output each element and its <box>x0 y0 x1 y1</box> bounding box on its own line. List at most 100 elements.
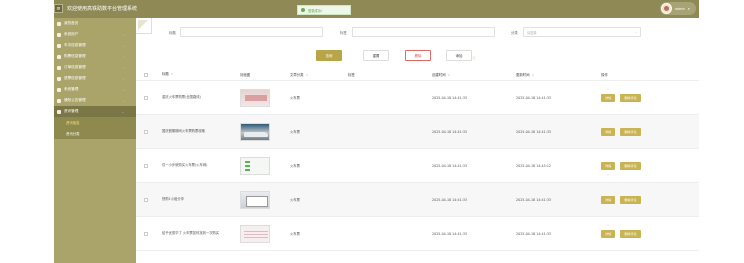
row-description <box>340 81 420 114</box>
sidebar-item-label: 订单信息管理 <box>64 65 86 69</box>
gear-icon <box>57 87 61 92</box>
row-ops: 详情 删除评论 <box>591 149 691 182</box>
page-corner-decoration <box>136 18 152 34</box>
check-circle-icon <box>301 8 305 12</box>
grid-icon <box>57 98 61 103</box>
category-filter-label: 分类 <box>511 31 518 35</box>
detail-button[interactable]: 详情 <box>601 229 616 238</box>
row-description <box>340 217 420 250</box>
detail-button[interactable]: 详情 <box>601 161 616 170</box>
row-thumbnail <box>240 115 286 148</box>
delete-comment-button[interactable]: 删除评论 <box>620 229 641 238</box>
sidebar-item-orders[interactable]: 订单信息管理 › <box>54 62 136 73</box>
row-category: 火车票 <box>290 164 300 168</box>
sidebar-item-label: 退票信息管理 <box>64 76 86 80</box>
row-created: 2025-04-18 14:41:33 <box>432 129 468 134</box>
col-category[interactable]: 文章分类 ⇕ <box>286 69 340 80</box>
row-title[interactable]: 快购1小组分享 <box>156 183 240 216</box>
delete-comment-button[interactable]: 删除评论 <box>620 161 641 170</box>
success-toast: 登录成功! <box>297 5 351 15</box>
chevron-down-icon: ⌄ <box>634 30 637 34</box>
col-updated[interactable]: 更新时间 ⇕ <box>506 69 591 80</box>
col-updated-label: 更新时间 <box>516 73 530 77</box>
col-title-label: 标题 <box>162 72 169 76</box>
tag-filter-label: 标签 <box>340 31 347 35</box>
col-ops: 操作 <box>601 73 608 77</box>
detail-button[interactable]: 详情 <box>601 93 616 102</box>
sidebar-item-label: 购票信息管理 <box>64 54 86 58</box>
row-title[interactable]: 国庆假期期间火车票购票攻略 <box>156 115 240 148</box>
menu-toggle-icon[interactable]: ≡ <box>54 4 63 13</box>
delete-button[interactable]: 删除 <box>405 50 431 61</box>
sidebar-item-label: 系统管理 <box>64 87 79 91</box>
col-title[interactable]: 标题 ⇕ <box>156 69 240 80</box>
category-select[interactable]: 请选择 ⌄ <box>523 27 641 37</box>
detail-button[interactable]: 详情 <box>601 195 616 204</box>
row-checkbox[interactable] <box>136 149 156 182</box>
sidebar-item-users[interactable]: 系统用户 › <box>54 29 136 40</box>
table-row: 重庆火车票购票(全国路线) 火车票 2025-04-18 14:41:33 20… <box>136 81 699 115</box>
row-thumbnail <box>240 217 286 250</box>
detail-button[interactable]: 详情 <box>601 127 616 136</box>
user-name: admin <box>675 6 685 11</box>
table-row: 仅一小步就购买火车票(火车网) 火车票 2025-04-18 14:41:33 … <box>136 149 699 183</box>
table-row: 快购1小组分享 火车票 2025-04-18 14:41:33 2025-04-… <box>136 183 699 217</box>
tag-filter-input[interactable] <box>352 27 495 37</box>
row-description <box>340 149 420 182</box>
delete-comment-button[interactable]: 删除评论 <box>620 127 641 136</box>
sidebar-item-trains[interactable]: 车次信息管理 › <box>54 40 136 51</box>
grid-icon <box>57 43 61 48</box>
row-created: 2025-04-18 14:41:33 <box>432 95 468 100</box>
title-filter-input[interactable] <box>180 27 323 37</box>
table-header: 标题 ⇕ 封面图 文章分类 ⇕ 标签 创建时间 ⇕ 更新时间 ⇕ 操作 <box>136 69 699 81</box>
sidebar-item-refunds[interactable]: 退票信息管理 › <box>54 73 136 84</box>
sidebar-item-label: 车次信息管理 <box>64 43 86 47</box>
row-ops: 详情 删除评论 <box>591 81 691 114</box>
row-updated: 2025-04-18 14:41:33 <box>516 129 552 134</box>
sidebar-item-notices[interactable]: 通知公告管理 › <box>54 95 136 106</box>
toast-message: 登录成功! <box>308 8 323 13</box>
sidebar-subitem-news-category[interactable]: 资讯分类 <box>54 128 136 139</box>
col-description: 标签 <box>348 73 355 77</box>
row-checkbox[interactable] <box>136 183 156 216</box>
row-checkbox[interactable] <box>136 217 156 250</box>
row-title[interactable]: 仅一小步就购买火车票(火车网) <box>156 149 240 182</box>
sidebar-item-label: 通知公告管理 <box>64 98 86 102</box>
chevron-down-icon: ▾ <box>688 6 690 11</box>
category-select-placeholder: 请选择 <box>527 30 537 35</box>
sidebar-subitem-news-info[interactable]: 资讯信息 <box>54 117 136 128</box>
sort-icon: ⇕ <box>170 72 174 76</box>
row-checkbox[interactable] <box>136 81 156 114</box>
row-created: 2025-04-18 14:41:33 <box>432 231 468 236</box>
table-row: 国庆假期期间火车票购票攻略 火车票 2025-04-18 14:41:33 20… <box>136 115 699 149</box>
sidebar-item-system[interactable]: 系统管理 › <box>54 84 136 95</box>
row-thumbnail <box>240 81 286 114</box>
sidebar-item-tickets[interactable]: 购票信息管理 › <box>54 51 136 62</box>
row-ops: 详情 删除评论 <box>591 115 691 148</box>
table-row: 给予优惠华丁 火车票如何找到一次购买 火车票 2025-04-18 14:41:… <box>136 217 699 251</box>
row-title[interactable]: 给予优惠华丁 火车票如何找到一次购买 <box>156 217 240 250</box>
chevron-right-icon: › <box>122 44 124 48</box>
sidebar-item-label: 系统用户 <box>64 32 79 36</box>
grid-icon <box>57 54 61 59</box>
sort-icon: ⇕ <box>447 72 451 77</box>
row-updated: 2025-04-18 14:41:33 <box>516 95 552 100</box>
row-ops: 详情 删除评论 <box>591 217 691 250</box>
add-button[interactable]: 添加 <box>446 50 472 61</box>
sidebar-item-home[interactable]: 我的首页 <box>54 18 136 29</box>
delete-comment-button[interactable]: 删除评论 <box>620 93 641 102</box>
sidebar-item-news[interactable]: 资讯管理 ⌄ <box>54 106 136 117</box>
row-title[interactable]: 重庆火车票购票(全国路线) <box>156 81 240 114</box>
col-created[interactable]: 创建时间 ⇕ <box>420 69 506 80</box>
row-updated: 2025-04-18 14:41:33 <box>516 197 552 202</box>
search-button[interactable]: 查询 <box>316 50 342 61</box>
delete-comment-button[interactable]: 删除评论 <box>620 195 641 204</box>
select-all-checkbox[interactable] <box>136 69 156 80</box>
row-category: 火车票 <box>290 232 300 236</box>
hand-cursor-icon: ☝ <box>472 55 476 62</box>
row-checkbox[interactable] <box>136 115 156 148</box>
row-created: 2025-04-18 14:41:33 <box>432 197 468 202</box>
user-menu[interactable]: admin ▾ <box>660 2 696 15</box>
reset-button[interactable]: 重置 <box>363 50 389 61</box>
chevron-right-icon: › <box>122 88 124 92</box>
